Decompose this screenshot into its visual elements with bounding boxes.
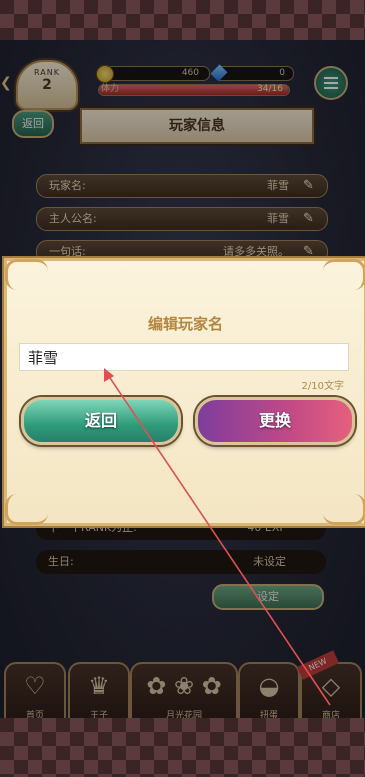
bottom-pattern — [0, 718, 365, 777]
corner-ornament — [5, 259, 48, 290]
dialog-title: 编辑玩家名 — [147, 315, 223, 333]
corner-ornament — [5, 494, 48, 525]
top-pattern — [0, 0, 365, 40]
player-name-input[interactable] — [19, 343, 349, 371]
dialog-return-button[interactable]: 返回 — [21, 397, 181, 445]
edit-name-dialog: 编辑玩家名 2/10文字 返回 更换 — [4, 258, 365, 526]
corner-ornament — [323, 259, 365, 290]
dialog-change-button[interactable]: 更换 — [195, 397, 355, 445]
char-count: 2/10文字 — [301, 381, 344, 392]
corner-ornament — [323, 494, 365, 525]
